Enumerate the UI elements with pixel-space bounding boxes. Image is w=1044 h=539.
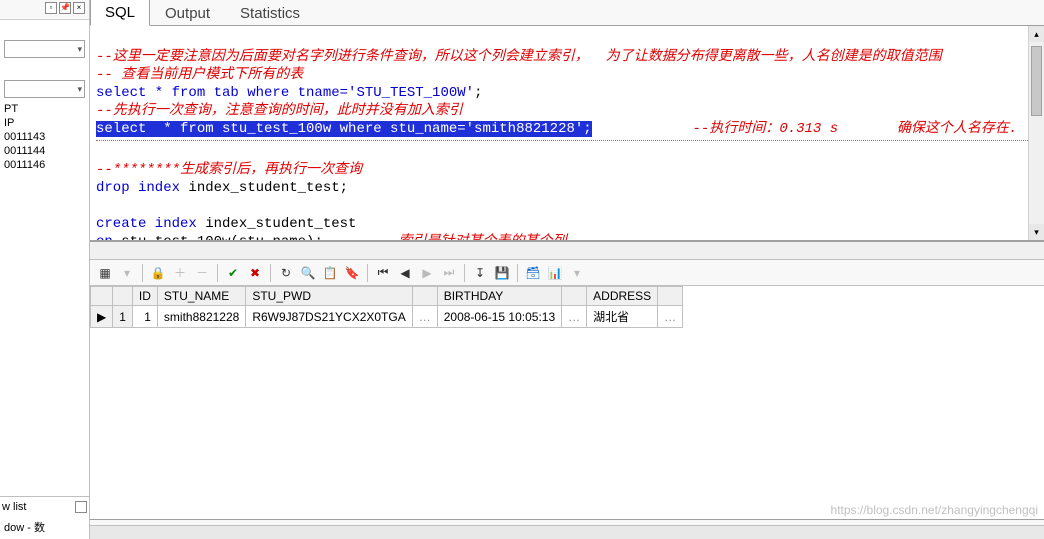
dropdown-icon[interactable]: ▾ (118, 264, 136, 282)
grid-header-row: ID STU_NAME STU_PWD BIRTHDAY ADDRESS (91, 287, 683, 306)
prev-icon[interactable]: ◀ (396, 264, 414, 282)
copy-icon[interactable]: 📋 (321, 264, 339, 282)
col-header[interactable]: ADDRESS (587, 287, 658, 306)
col-header-extra[interactable] (658, 287, 683, 306)
find-icon[interactable]: 🔍 (299, 264, 317, 282)
scroll-thumb[interactable] (1031, 46, 1042, 116)
tab-output[interactable]: Output (150, 0, 225, 26)
tree-item[interactable]: 0011143 (2, 130, 87, 144)
col-header[interactable]: STU_PWD (246, 287, 412, 306)
result-toolbar: ▦ ▾ 🔒 ＋ － ✔ ✖ ↻ 🔍 📋 🔖 ⏮ ◀ ▶ ⏭ ↧ 💾 🗃 📊 (90, 260, 1044, 286)
tree-item[interactable]: 0011144 (2, 144, 87, 158)
schema-dropdown[interactable]: ▾ (4, 40, 85, 58)
rollback-icon[interactable]: ✖ (246, 264, 264, 282)
grid-corner (91, 287, 113, 306)
section-divider (96, 140, 1038, 141)
watermark: https://blog.csdn.net/zhangyingchengqi (831, 503, 1038, 517)
side-panel: ▫ 📌 × ▾ ▾ PT IP 0011143 0011144 0011146 … (0, 0, 90, 539)
cell-stu-pwd[interactable]: R6W9J87DS21YCX2X0TGA (246, 306, 412, 328)
pin-icon[interactable]: ▫ (45, 2, 57, 14)
col-header[interactable]: STU_NAME (157, 287, 245, 306)
splitter[interactable] (90, 242, 1044, 260)
grid-icon[interactable]: ▦ (96, 264, 114, 282)
tab-bar: SQL Output Statistics (90, 0, 1044, 26)
sql-ident: stu_test_100w(stu_name) (121, 234, 314, 242)
fetch-icon[interactable]: ↧ (471, 264, 489, 282)
sql-comment: --索引是针对某个表的某个列 (382, 234, 567, 242)
tree-item[interactable]: 0011146 (2, 158, 87, 172)
save-icon[interactable]: 💾 (493, 264, 511, 282)
col-header[interactable]: BIRTHDAY (437, 287, 561, 306)
tab-sql[interactable]: SQL (90, 0, 150, 26)
export-icon[interactable]: 🗃 (524, 264, 542, 282)
row-marker: ▶ (91, 306, 113, 328)
next-icon[interactable]: ▶ (418, 264, 436, 282)
object-dropdown[interactable]: ▾ (4, 80, 85, 98)
chevron-down-icon: ▾ (77, 44, 82, 55)
cell-birthday[interactable]: 2008-06-15 10:05:13 (437, 306, 561, 328)
dropdown-icon[interactable]: ▾ (568, 264, 586, 282)
refresh-icon[interactable]: ↻ (277, 264, 295, 282)
vertical-scrollbar[interactable]: ▴ ▾ (1028, 26, 1044, 240)
delete-row-icon[interactable]: － (193, 264, 211, 282)
col-header[interactable]: ID (132, 287, 157, 306)
tab-statistics[interactable]: Statistics (225, 0, 315, 26)
chevron-down-icon: ▾ (77, 84, 82, 95)
sql-kw: on (96, 234, 121, 242)
sql-comment: --先执行一次查询，注意查询的时间，此时并没有加入索引 (96, 103, 463, 119)
sql-comment: -- 查看当前用户模式下所有的表 (96, 67, 303, 83)
add-row-icon[interactable]: ＋ (171, 264, 189, 282)
object-tree[interactable]: PT IP 0011143 0011144 0011146 (0, 100, 89, 496)
cell-id[interactable]: 1 (132, 306, 157, 328)
col-header-extra[interactable] (412, 287, 437, 306)
window-list-row: w list (2, 499, 87, 515)
cell-address[interactable]: 湖北省 (587, 306, 658, 328)
sql-ident: index_student_test (188, 180, 339, 196)
sql-kw: drop index (96, 180, 188, 196)
col-header-extra[interactable] (562, 287, 587, 306)
tree-item[interactable]: PT (2, 102, 87, 116)
sql-comment: --这里一定要注意因为后面要对名字列进行条件查询，所以这个列会建立索引， 为了让… (96, 49, 942, 65)
sql-comment: --********生成索引后，再执行一次查询 (96, 162, 362, 178)
app-bottom-strip (90, 525, 1044, 539)
window-list-label: w list (2, 501, 26, 513)
grid-rownum-header (113, 287, 133, 306)
sql-kw: create index (96, 216, 205, 232)
commit-icon[interactable]: ✔ (224, 264, 242, 282)
panel-titlebar: ▫ 📌 × (0, 0, 89, 20)
lock-icon[interactable]: 🔒 (149, 264, 167, 282)
cell-more-icon[interactable]: … (658, 306, 683, 328)
chart-icon[interactable]: 📊 (546, 264, 564, 282)
window-title-fragment: dow - 数 (2, 515, 87, 537)
row-number: 1 (113, 306, 133, 328)
result-grid[interactable]: ID STU_NAME STU_PWD BIRTHDAY ADDRESS ▶ 1… (90, 286, 1044, 519)
close-icon[interactable]: × (73, 2, 85, 14)
sql-str: 'STU_TEST_100W' (348, 85, 474, 101)
main-panel: SQL Output Statistics --这里一定要注意因为后面要对名字列… (90, 0, 1044, 539)
pin-icon[interactable]: 📌 (59, 2, 71, 14)
sql-selected-line: select * from stu_test_100w where stu_na… (96, 121, 592, 137)
bookmark-icon[interactable]: 🔖 (343, 264, 361, 282)
scroll-up-icon[interactable]: ▴ (1029, 26, 1044, 42)
sql-comment: --执行时间：0.313 s 确保这个人名存在. (693, 121, 1018, 137)
tree-item[interactable]: IP (2, 116, 87, 130)
last-icon[interactable]: ⏭ (440, 264, 458, 282)
sql-ident: index_student_test (205, 216, 356, 232)
box-icon[interactable] (75, 501, 87, 513)
cell-stu-name[interactable]: smith8821228 (157, 306, 245, 328)
cell-more-icon[interactable]: … (412, 306, 437, 328)
cell-more-icon[interactable]: … (562, 306, 587, 328)
first-icon[interactable]: ⏮ (374, 264, 392, 282)
scroll-down-icon[interactable]: ▾ (1029, 224, 1044, 240)
grid-data-row[interactable]: ▶ 1 1 smith8821228 R6W9J87DS21YCX2X0TGA … (91, 306, 683, 328)
sql-editor[interactable]: --这里一定要注意因为后面要对名字列进行条件查询，所以这个列会建立索引， 为了让… (90, 26, 1044, 242)
sql-kw: select * from tab where tname= (96, 85, 348, 101)
